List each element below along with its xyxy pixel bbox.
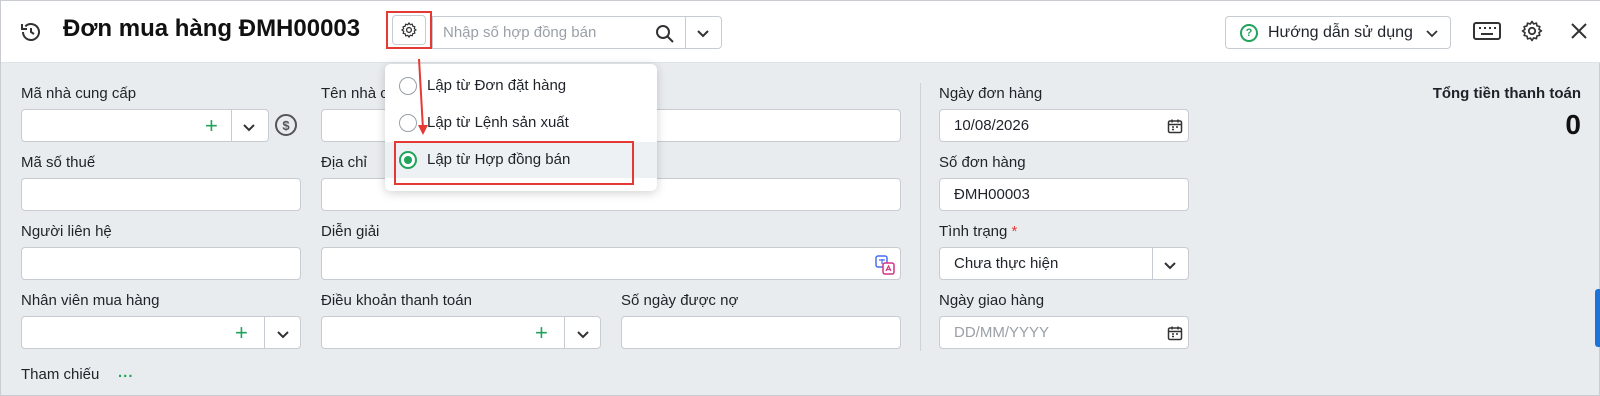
chevron-down-icon[interactable] [575, 326, 591, 342]
user-guide-label: Hướng dẫn sử dụng [1268, 23, 1413, 41]
address-label: Địa chỉ [321, 154, 367, 171]
history-icon[interactable] [19, 20, 43, 44]
tax-code-label: Mã số thuế [21, 154, 96, 171]
close-icon[interactable] [1570, 22, 1588, 40]
status-select[interactable]: Chưa thực hiện [939, 247, 1189, 280]
add-purchaser-icon[interactable]: + [235, 322, 248, 344]
add-supplier-icon[interactable]: + [205, 115, 218, 137]
order-no-label: Số đơn hàng [939, 154, 1026, 171]
calendar-icon[interactable] [1167, 118, 1183, 134]
settings-icon[interactable] [1520, 19, 1544, 43]
status-label-text: Tình trạng [939, 223, 1008, 240]
order-date-value: 10/08/2026 [954, 117, 1030, 134]
page-title: Đơn mua hàng ĐMH00003 [63, 15, 361, 42]
header-bar: Đơn mua hàng ĐMH00003 ? Hướng dẫn sử dụn… [1, 1, 1600, 63]
chevron-down-icon[interactable] [241, 119, 257, 135]
radio-button-selected[interactable] [399, 151, 417, 169]
credit-days-field[interactable] [621, 316, 901, 349]
create-from-button[interactable] [386, 11, 432, 49]
delivery-date-field[interactable]: DD/MM/YYYY [939, 316, 1189, 349]
reference-more-link[interactable]: ... [118, 364, 134, 381]
contract-search-box [432, 16, 722, 49]
delivery-date-placeholder: DD/MM/YYYY [954, 324, 1050, 341]
scrollbar-thumb[interactable] [1595, 289, 1600, 347]
contract-search-input[interactable] [443, 24, 643, 41]
menu-item-label: Lập từ Lệnh sản xuất [427, 114, 569, 131]
menu-item-label: Lập từ Đơn đặt hàng [427, 77, 567, 94]
contact-label: Người liên hệ [21, 223, 112, 240]
order-no-field[interactable]: ĐMH00003 [939, 178, 1189, 211]
required-marker: * [1011, 223, 1018, 240]
purchaser-label: Nhân viên mua hàng [21, 292, 160, 309]
credit-days-label: Số ngày được nợ [621, 292, 739, 309]
add-payment-term-icon[interactable]: + [535, 322, 548, 344]
chevron-down-icon[interactable] [1162, 257, 1178, 273]
supplier-code-label: Mã nhà cung cấp [21, 85, 137, 102]
reference-label: Tham chiếu [21, 366, 100, 383]
payment-terms-label: Điều khoản thanh toán [321, 292, 472, 309]
menu-item-label: Lập từ Hợp đồng bán [427, 151, 571, 168]
help-circle-icon: ? [1240, 23, 1258, 42]
purchaser-field[interactable]: + [21, 316, 301, 349]
field-divider [264, 317, 265, 348]
gear-icon [401, 22, 417, 38]
create-from-menu: Lập từ Đơn đặt hàng Lập từ Lệnh sản xuất… [385, 64, 657, 191]
menu-item-from-sales-order[interactable]: Lập từ Đơn đặt hàng [385, 68, 657, 104]
field-divider [564, 317, 565, 348]
order-date-field[interactable]: 10/08/2026 [939, 109, 1189, 142]
tax-code-field[interactable] [21, 178, 301, 211]
keyboard-icon[interactable] [1473, 21, 1501, 41]
search-divider [685, 17, 686, 48]
chevron-down-icon[interactable] [275, 326, 291, 342]
field-divider [231, 110, 232, 141]
status-label: Tình trạng * [939, 223, 1017, 240]
chevron-down-icon [1426, 29, 1438, 37]
chevron-down-icon[interactable] [695, 25, 711, 41]
search-icon[interactable] [655, 24, 675, 44]
menu-item-from-sales-contract[interactable]: Lập từ Hợp đồng bán [385, 142, 657, 178]
delivery-date-label: Ngày giao hàng [939, 292, 1045, 309]
contact-field[interactable] [21, 247, 301, 280]
column-separator [920, 83, 921, 351]
total-payment-label: Tổng tiền thanh toán [1432, 85, 1581, 102]
status-value: Chưa thực hiện [954, 255, 1059, 272]
field-divider [1152, 248, 1153, 279]
description-field[interactable] [321, 247, 901, 280]
description-label: Diễn giải [321, 223, 380, 240]
radio-button[interactable] [399, 77, 417, 95]
order-no-value: ĐMH00003 [954, 186, 1030, 203]
translate-icon[interactable] [875, 255, 895, 275]
total-payment-value: 0 [1565, 109, 1581, 140]
calendar-icon[interactable] [1167, 325, 1183, 341]
order-date-label: Ngày đơn hàng [939, 85, 1043, 102]
user-guide-button[interactable]: ? Hướng dẫn sử dụng [1225, 16, 1451, 49]
menu-item-from-production-order[interactable]: Lập từ Lệnh sản xuất [385, 105, 657, 141]
supplier-code-field[interactable]: + [21, 109, 269, 142]
dollar-icon[interactable]: $ [275, 114, 297, 136]
payment-terms-field[interactable]: + [321, 316, 601, 349]
radio-button[interactable] [399, 114, 417, 132]
